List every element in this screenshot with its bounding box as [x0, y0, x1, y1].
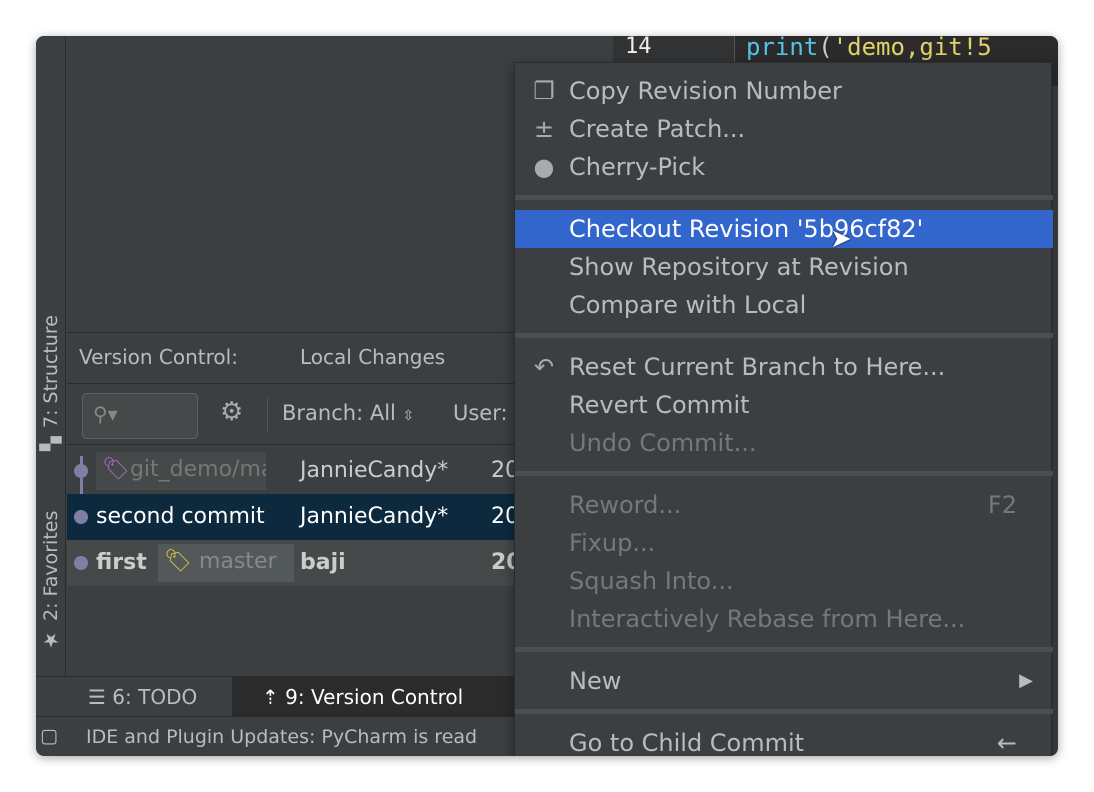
vc-toolbar: ⚲▾ ⚙ Branch: All ⇳ User: — [67, 385, 567, 445]
commit-message: second commit — [96, 504, 265, 529]
tool-window-bar: ☰ 6: TODO ⇡ 9: Version Control — [36, 676, 522, 717]
menu-item-go-to-child[interactable]: Go to Child Commit ← — [515, 724, 1053, 756]
tab-todo[interactable]: ☰ 6: TODO — [88, 685, 197, 709]
separator — [515, 709, 1053, 714]
search-icon: ⚲▾ — [93, 402, 118, 426]
separator — [515, 471, 1053, 476]
author: baji — [300, 550, 346, 575]
menu-item-new[interactable]: New ▶ — [515, 662, 1053, 700]
tab-version-control[interactable]: ⇡ 9: Version Control — [232, 677, 522, 717]
commit-node — [74, 556, 88, 570]
shortcut: ← — [996, 729, 1017, 756]
commit-message: first — [96, 550, 147, 575]
menu-item-reset-branch[interactable]: ↶ Reset Current Branch to Here... — [515, 348, 1053, 386]
menu-item-copy-revision[interactable]: ❐ Copy Revision Number — [515, 72, 1053, 110]
code-paren: ( — [818, 36, 833, 61]
star-icon: ★ — [40, 629, 62, 651]
table-row[interactable]: first 🏷 master baji 20 — [67, 540, 567, 586]
menu-item-squash: Squash Into... — [569, 567, 734, 595]
status-bar: ▢ IDE and Plugin Updates: PyCharm is rea… — [36, 716, 516, 756]
status-message[interactable]: IDE and Plugin Updates: PyCharm is read — [86, 726, 477, 748]
tag-icon: 🏷 — [164, 549, 192, 574]
gear-icon[interactable]: ⚙ — [220, 397, 243, 427]
code-function: print — [746, 36, 819, 61]
user-filter[interactable]: User: — [453, 401, 508, 425]
mouse-cursor-icon: ➤ — [830, 224, 852, 254]
context-menu: ❐ Copy Revision Number ± Create Patch... ●… — [514, 62, 1053, 756]
search-input[interactable]: ⚲▾ — [82, 393, 198, 439]
table-row-selected[interactable]: second commit JannieCandy* 20 — [67, 494, 567, 540]
patch-icon: ± — [533, 115, 555, 143]
branch-label: Branch: All — [282, 401, 396, 425]
tab-favorites[interactable]: ★ 2: Favorites — [36, 491, 66, 651]
menu-item-fixup: Fixup... — [569, 529, 656, 557]
undo-arrow-icon: ↶ — [533, 353, 555, 381]
menu-item-revert-commit[interactable]: Revert Commit — [515, 386, 1053, 424]
structure-icon: ▚ — [40, 436, 62, 451]
branch-filter[interactable]: Branch: All ⇳ — [282, 401, 414, 425]
menu-item-show-repository[interactable]: Show Repository at Revision — [515, 248, 1053, 286]
left-tool-strip: ▚ 7: Structure ★ 2: Favorites — [36, 36, 66, 676]
vc-title: Version Control: — [79, 345, 238, 369]
list-icon: ☰ — [88, 685, 113, 709]
menu-item-checkout-revision[interactable]: Checkout Revision '5b96cf82' — [515, 210, 1053, 248]
table-row[interactable]: 🏷git_demo/mas JannieCandy* 20 — [67, 448, 567, 494]
code-string: 'demo,git!5 — [832, 36, 992, 61]
submenu-arrow-icon: ▶ — [1019, 670, 1033, 691]
divider — [267, 397, 268, 433]
menu-item-compare-local[interactable]: Compare with Local — [515, 286, 1053, 324]
updown-icon: ⇳ — [402, 408, 415, 424]
tab-structure[interactable]: ▚ 7: Structure — [36, 286, 66, 451]
menu-item-undo-commit: Undo Commit... — [569, 429, 757, 457]
tag-icon: 🏷 — [102, 457, 130, 482]
branch-ref: 🏷 master — [158, 544, 294, 582]
code-line[interactable]: print('demo,git!5 — [746, 36, 992, 61]
menu-item-reword: Reword... F2 — [515, 486, 1053, 524]
vcs-icon: ⇡ — [262, 685, 286, 709]
separator — [515, 333, 1053, 338]
separator — [515, 195, 1053, 200]
commit-node — [74, 464, 88, 478]
shortcut: F2 — [987, 491, 1017, 519]
tab-local-changes[interactable]: Local Changes — [300, 345, 445, 369]
branch-ref: 🏷git_demo/mas — [96, 452, 266, 490]
menu-item-create-patch[interactable]: ± Create Patch... — [515, 110, 1053, 148]
separator — [515, 647, 1053, 652]
menu-item-cherry-pick[interactable]: ● Cherry-Pick — [515, 148, 1053, 186]
author: JannieCandy* — [300, 504, 449, 529]
line-number: 14 — [625, 36, 652, 59]
cherry-icon: ● — [533, 153, 555, 181]
ide-window: ▚ 7: Structure ★ 2: Favorites 14 print('de… — [36, 36, 1058, 756]
author: JannieCandy* — [300, 458, 449, 483]
vc-header: Version Control: Local Changes — [67, 332, 567, 384]
copy-icon: ❐ — [533, 77, 555, 105]
menu-item-interactive-rebase: Interactively Rebase from Here... — [569, 605, 966, 633]
panel-icon[interactable]: ▢ — [40, 725, 58, 747]
commit-node — [74, 510, 88, 524]
